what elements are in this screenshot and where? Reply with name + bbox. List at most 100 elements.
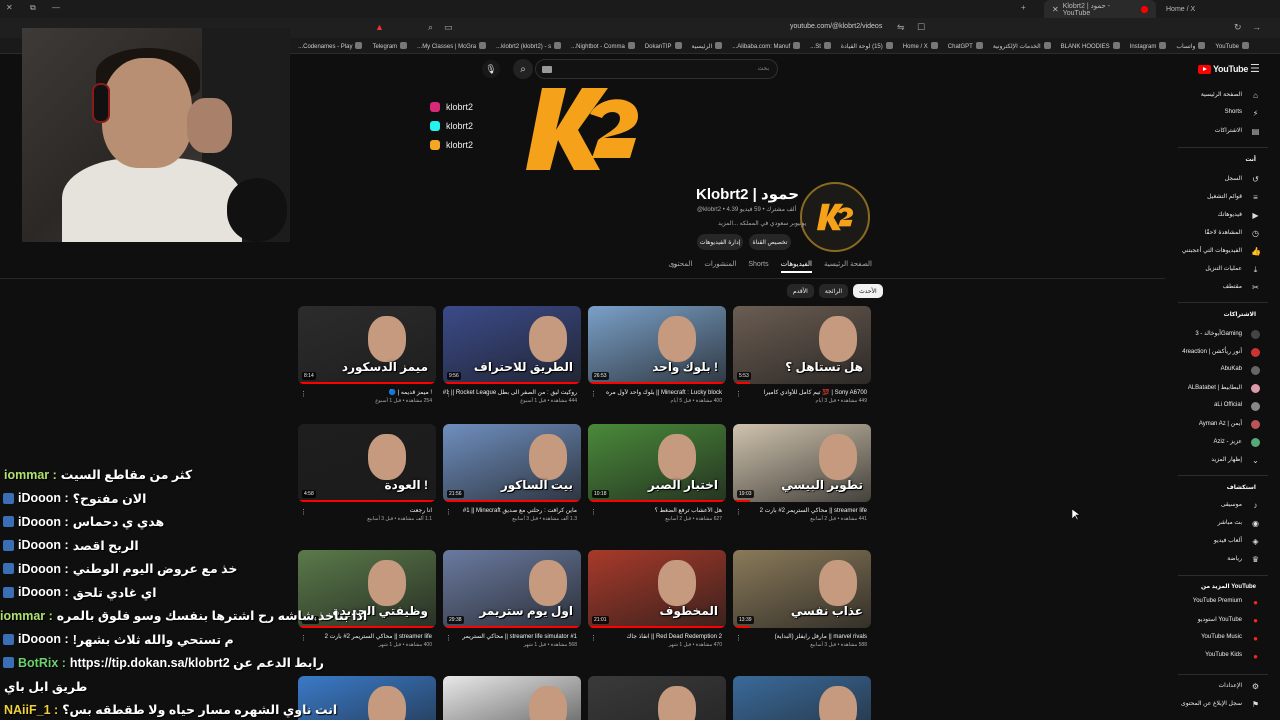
site-settings-icon[interactable]: ⇋ [897, 22, 905, 33]
search-input[interactable]: بحث [535, 59, 778, 79]
bookmark-item[interactable]: Alibaba.com: Manuf... [732, 42, 801, 50]
menu-icon[interactable]: ☰ [1250, 62, 1260, 75]
video-thumbnail[interactable]: اول يوم ستريمر 29:38 [443, 550, 581, 628]
sidebar-item[interactable]: بث مباشر [1170, 515, 1242, 529]
video-card[interactable]: بيت الساكور 21:56 ماين كرافت : رحلتي مع صد… [443, 424, 581, 522]
tab-youtube[interactable]: ✕ Klobrt2 | حمود - YouTube [1044, 0, 1156, 18]
tab-x[interactable]: Home / X [1158, 0, 1258, 18]
screen-icon[interactable]: ▭ [444, 22, 453, 33]
video-card[interactable]: اول يوم ستريمر 29:38 streamer life simulat… [443, 550, 581, 648]
more-actions-icon[interactable]: ⋮ [735, 390, 742, 398]
video-thumbnail[interactable]: تطوير البيسي 19:03 [733, 424, 871, 502]
bookmark-icon[interactable]: ☐ [917, 22, 925, 33]
sidebar-item[interactable]: Aziz - عزيز [1170, 434, 1242, 448]
sidebar-item[interactable]: YouTube Kids [1170, 648, 1242, 662]
sidebar-item[interactable]: 4reaction | أنور ريأكشن [1170, 344, 1242, 358]
close-icon[interactable]: ✕ [1052, 5, 1059, 14]
sidebar-item[interactable]: الفيديوهات التي أعجبتني [1170, 243, 1242, 257]
video-card[interactable]: هل تستاهل ؟ 5:53 Sony A6700 | 💯 تيم كامل ل… [733, 306, 871, 404]
new-tab-icon[interactable]: + [1021, 3, 1026, 12]
channel-search-icon[interactable]: ⌕ [672, 260, 677, 271]
more-actions-icon[interactable]: ⋮ [445, 508, 452, 516]
bookmark-item[interactable]: Home / X [903, 42, 938, 50]
video-title[interactable]: روكيت ليق : من الصفر الى بطل ‎#1 || Rock… [443, 389, 581, 397]
video-title[interactable]: Minecraft : Lucky block || بلوك واحد لأو… [588, 389, 726, 397]
video-card[interactable]: تطوير البيسي 19:03 streamer life || محاكي … [733, 424, 871, 522]
sidebar-item[interactable]: مقتطف [1170, 279, 1242, 293]
youtube-logo[interactable]: YouTube [1198, 62, 1248, 76]
sidebar-item[interactable]: عمليات التنزيل [1170, 261, 1242, 275]
channel-avatar[interactable] [800, 182, 870, 252]
more-actions-icon[interactable]: ⋮ [735, 634, 742, 642]
video-thumbnail[interactable]: ميمز الدسكورد 8:14 [298, 306, 436, 384]
url-field[interactable]: youtube.com/@klobrt2/videos [790, 23, 882, 30]
bookmark-item[interactable]: الرئيسية [692, 42, 723, 50]
bookmark-item[interactable]: ChatGPT [948, 42, 983, 50]
sort-chip[interactable]: الرائجة [818, 284, 849, 298]
channel-description[interactable]: يوتيوبر سعودي في المملكه ...المزيد [718, 220, 806, 227]
video-card[interactable]: الطريق للاحتراف 9:56 روكيت ليق : من الصفر … [443, 306, 581, 404]
video-title[interactable]: Sony A6700 | 💯 تيم كامل للأوادي كاميرا [733, 389, 871, 397]
video-card[interactable]: المخطوف 21:01 Red Dead Redemption 2 || انق… [588, 550, 726, 648]
more-actions-icon[interactable]: ⋮ [300, 390, 307, 398]
sort-chip[interactable]: الأقدم [787, 284, 814, 298]
bookmark-item[interactable]: (15) لوحة القيادة [841, 42, 893, 50]
more-actions-icon[interactable]: ⋮ [735, 508, 742, 516]
video-thumbnail[interactable]: بيت الساكور 21:56 [443, 424, 581, 502]
video-card[interactable]: اختبار الصبر 10:18 هل الأعشاب ترفع الضغط ؟… [588, 424, 726, 522]
video-thumbnail[interactable]: قبل بعد [443, 676, 581, 720]
video-thumbnail[interactable]: المخطوف 21:01 [588, 550, 726, 628]
channel-link[interactable]: klobrt2 [430, 116, 473, 135]
more-actions-icon[interactable]: ⋮ [445, 634, 452, 642]
keyboard-icon[interactable] [542, 66, 552, 73]
video-card[interactable] [588, 676, 726, 720]
tab-1[interactable]: الفيديوهات [780, 260, 812, 273]
bookmark-item[interactable]: klobrt2 (klobrt2) - s... [496, 42, 562, 50]
sidebar-item[interactable]: موسيقى [1170, 497, 1242, 511]
sidebar-item[interactable]: فيديوهاتك [1170, 207, 1242, 221]
video-title[interactable]: marvel rivals || مارفل رايفلز (البداية) [733, 633, 871, 641]
more-actions-icon[interactable]: ⋮ [590, 390, 597, 398]
back-icon[interactable]: → [1252, 22, 1261, 32]
sidebar-item[interactable]: أبوخالد - 3Gaming [1170, 326, 1242, 340]
bookmark-item[interactable]: DokanTIP [645, 42, 682, 50]
voice-search-button[interactable]: 🎙 [482, 60, 500, 78]
sidebar-item[interactable]: المشاهدة لاحقًا [1170, 225, 1242, 239]
video-thumbnail[interactable] [733, 676, 871, 720]
sidebar-item[interactable]: Shorts [1170, 105, 1242, 119]
video-title[interactable]: هل الأعشاب ترفع الضغط ؟ [588, 507, 726, 515]
more-actions-icon[interactable]: ⋮ [590, 634, 597, 642]
video-title[interactable]: streamer life simulator ‎#1 || محاكي الس… [443, 633, 581, 641]
sidebar-item[interactable]: إظهار المزيد [1170, 452, 1242, 466]
minimize-window-icon[interactable]: — [52, 3, 60, 12]
bookmark-item[interactable]: Instagram [1130, 42, 1167, 50]
sidebar-item[interactable]: استوديو YouTube [1170, 612, 1242, 626]
sidebar-item[interactable]: سجل الإبلاغ عن المحتوى [1170, 696, 1242, 710]
video-title[interactable]: ماين كرافت : رحلتي مع صديق ‎#1 || Minecr… [443, 507, 581, 515]
video-thumbnail[interactable] [588, 676, 726, 720]
tab-2[interactable]: Shorts [748, 261, 768, 268]
bookmark-item[interactable]: Codenames - Play... [298, 42, 363, 50]
bookmark-item[interactable]: واتساب [1176, 42, 1206, 50]
sidebar-item[interactable]: الإعدادات [1170, 678, 1242, 692]
more-actions-icon[interactable]: ⋮ [590, 508, 597, 516]
video-card[interactable] [733, 676, 871, 720]
video-card[interactable]: بلوك واحد ! 26:53 Minecraft : Lucky block … [588, 306, 726, 404]
video-thumbnail[interactable]: عذاب نفسي 13:39 [733, 550, 871, 628]
sidebar-item[interactable]: YouTube Premium [1170, 594, 1242, 608]
manage-videos-button[interactable]: إدارة الفيديوهات [697, 234, 743, 250]
sidebar-item[interactable]: AbuKab [1170, 362, 1242, 376]
video-thumbnail[interactable]: الطريق للاحتراف 9:56 [443, 306, 581, 384]
sidebar-item[interactable]: ALBatabet | البطابيط [1170, 380, 1242, 394]
close-window-icon[interactable]: ✕ [6, 3, 13, 12]
sidebar-item[interactable]: ألعاب فيديو [1170, 533, 1242, 547]
extension-icon[interactable]: ▲ [375, 22, 384, 32]
video-thumbnail[interactable]: هل تستاهل ؟ 5:53 [733, 306, 871, 384]
sort-chip[interactable]: الأحدث [853, 284, 883, 298]
video-title[interactable]: Red Dead Redemption 2 || انقاذ جاك [588, 633, 726, 641]
sidebar-item[interactable]: قوائم التشغيل [1170, 189, 1242, 203]
video-thumbnail[interactable]: بلوك واحد ! 26:53 [588, 306, 726, 384]
bookmark-item[interactable]: St... [810, 42, 831, 50]
video-thumbnail[interactable]: اختبار الصبر 10:18 [588, 424, 726, 502]
bookmark-item[interactable]: الخدمات الإلكترونية [993, 42, 1051, 50]
